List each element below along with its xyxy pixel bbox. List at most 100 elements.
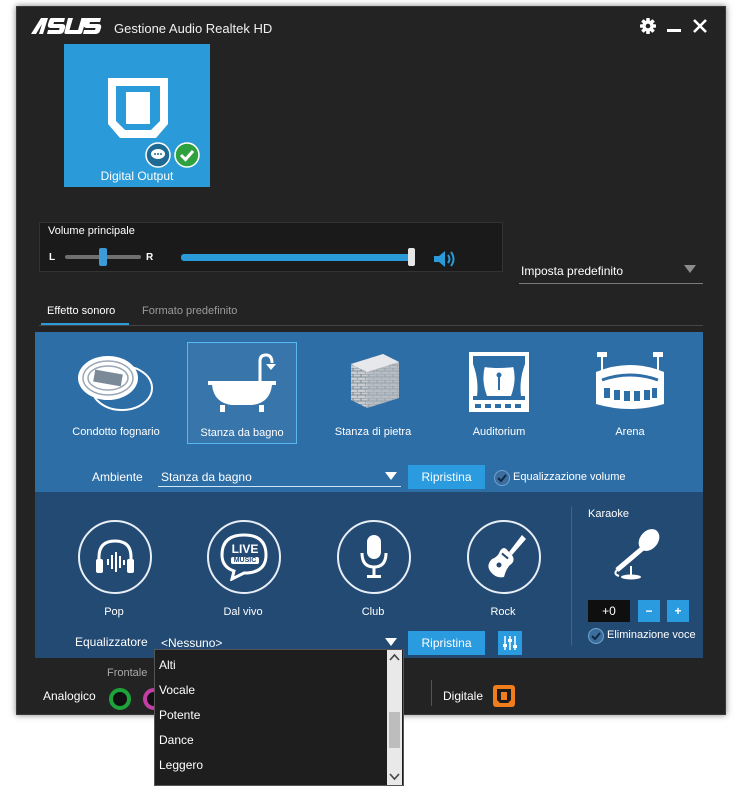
environment-label: Arena	[615, 426, 645, 438]
volume-slider-handle[interactable]	[407, 248, 415, 266]
checkmark-icon	[497, 474, 507, 483]
karaoke-decrease-button[interactable]: −	[638, 600, 660, 622]
karaoke-value: +0	[602, 604, 616, 618]
tab-default-format[interactable]: Formato predefinito	[142, 305, 237, 317]
minimize-button[interactable]	[663, 15, 685, 37]
environment-label: Auditorium	[472, 426, 526, 438]
minimize-icon	[667, 29, 681, 32]
headphones-icon	[96, 539, 134, 573]
electric-guitar-icon	[488, 535, 526, 578]
vocal-removal-checkbox[interactable]	[588, 628, 604, 644]
set-default-device-select[interactable]: Imposta predefinito	[519, 257, 703, 284]
chevron-down-icon	[385, 472, 397, 480]
preset-live[interactable]: LIVE MUSIC Dal vivo	[205, 518, 281, 618]
chat-bubble-icon	[145, 142, 171, 168]
loudness-equalization-checkbox[interactable]	[494, 470, 510, 486]
volume-slider-fill	[181, 254, 412, 261]
device-label: Digital Output	[100, 169, 174, 183]
equalizer-dropdown-list[interactable]: Alti Vocale Potente Dance Leggero	[154, 649, 404, 786]
volume-slider-track[interactable]	[181, 248, 415, 266]
audio-manager-window: Gestione Audio Realtek HD Digital Output…	[16, 6, 726, 715]
karaoke-microphone-icon	[614, 529, 660, 580]
live-badge-top: LIVE	[231, 542, 259, 556]
environment-auditorium[interactable]: Auditorium	[445, 342, 553, 442]
vocal-removal-label: Eliminazione voce	[607, 629, 696, 641]
preset-circle: LIVE MUSIC	[207, 520, 281, 594]
environment-bathroom[interactable]: Stanza da bagno	[187, 342, 297, 444]
preset-label: Rock	[490, 606, 516, 618]
title-bar[interactable]: Gestione Audio Realtek HD	[17, 7, 725, 45]
dropdown-option[interactable]: Leggero	[159, 758, 203, 772]
environment-arena[interactable]: Arena	[576, 342, 684, 442]
balance-slider-handle[interactable]	[99, 248, 107, 266]
live-badge-bottom: MUSIC	[231, 557, 259, 564]
dropdown-option[interactable]: Vocale	[159, 683, 195, 697]
preset-circle	[78, 520, 152, 594]
dropdown-option[interactable]: Alti	[159, 658, 176, 672]
equalizer-sliders-icon	[503, 636, 517, 650]
window-title: Gestione Audio Realtek HD	[114, 21, 273, 36]
equalizer-select-value: <Nessuno>	[161, 636, 223, 650]
chevron-up-icon[interactable]	[389, 653, 400, 662]
stadium-icon	[596, 352, 664, 409]
close-button[interactable]	[689, 15, 711, 37]
environment-sewer-pipe[interactable]: Condotto fognario	[62, 342, 170, 442]
device-digital-output[interactable]: Digital Output	[64, 44, 210, 187]
ambiente-label: Ambiente	[92, 470, 143, 484]
dropdown-option[interactable]: Potente	[159, 708, 200, 722]
preset-label: Club	[361, 606, 385, 618]
graphic-equalizer-button[interactable]	[498, 631, 522, 655]
asus-logo	[31, 18, 102, 34]
chevron-down-icon	[684, 265, 696, 273]
dropdown-scrollbar-thumb[interactable]	[389, 712, 400, 748]
bathtub-icon	[208, 353, 276, 412]
theater-stage-icon	[469, 352, 529, 412]
balance-right-label: R	[146, 252, 154, 263]
environment-stone-room[interactable]: Stanza di pietra	[319, 342, 427, 442]
dropdown-option[interactable]: Dance	[159, 733, 194, 747]
environment-label: Stanza da bagno	[200, 427, 284, 439]
balance-left-label: L	[49, 252, 56, 263]
tab-sound-effect[interactable]: Effetto sonoro	[47, 305, 115, 317]
active-tab-indicator	[41, 323, 129, 325]
sewer-pipe-icon	[78, 356, 153, 411]
microphone-icon	[360, 535, 388, 578]
close-icon	[693, 19, 707, 33]
chevron-down-icon	[385, 638, 397, 646]
digital-output-port-icon[interactable]	[492, 684, 516, 708]
preset-club[interactable]: Club	[335, 518, 411, 618]
tab-bar: Effetto sonoro Formato predefinito	[39, 303, 703, 326]
front-label: Frontale	[107, 667, 148, 679]
stone-wall-icon	[351, 354, 399, 408]
chevron-down-icon[interactable]	[389, 772, 400, 781]
karaoke-increase-button[interactable]: +	[667, 600, 689, 622]
equalizer-panel: Pop LIVE MUSIC Dal vivo Club Rock Karaok…	[35, 492, 703, 658]
preset-rock[interactable]: Rock	[465, 518, 541, 618]
karaoke-value-field[interactable]: +0	[588, 600, 630, 622]
environment-reset-button[interactable]: Ripristina	[408, 465, 485, 489]
volume-title: Volume principale	[48, 225, 135, 237]
environment-select[interactable]: Stanza da bagno	[158, 466, 401, 487]
karaoke-label: Karaoke	[588, 508, 629, 520]
preset-label: Dal vivo	[223, 606, 263, 618]
gear-icon	[640, 18, 656, 34]
equalizer-reset-button[interactable]: Ripristina	[408, 631, 485, 655]
preset-label: Pop	[104, 606, 124, 618]
settings-button[interactable]	[637, 15, 659, 37]
front-jack-green[interactable]	[109, 688, 131, 710]
preset-circle	[467, 520, 541, 594]
karaoke-divider	[571, 506, 572, 646]
digital-label: Digitale	[443, 689, 484, 703]
analog-label: Analogico	[43, 689, 96, 703]
checkmark-icon	[174, 142, 200, 168]
bottom-divider	[431, 680, 432, 706]
preset-circle	[337, 520, 411, 594]
environment-select-value: Stanza da bagno	[161, 470, 252, 484]
preset-pop[interactable]: Pop	[76, 518, 152, 618]
master-volume-panel: Volume principale L R	[39, 222, 503, 272]
equalizer-label: Equalizzatore	[75, 635, 148, 649]
dropdown-scrollbar[interactable]	[387, 650, 402, 785]
checkmark-icon	[591, 632, 601, 641]
balance-slider-track[interactable]	[65, 248, 141, 266]
speaker-icon[interactable]	[432, 248, 458, 270]
